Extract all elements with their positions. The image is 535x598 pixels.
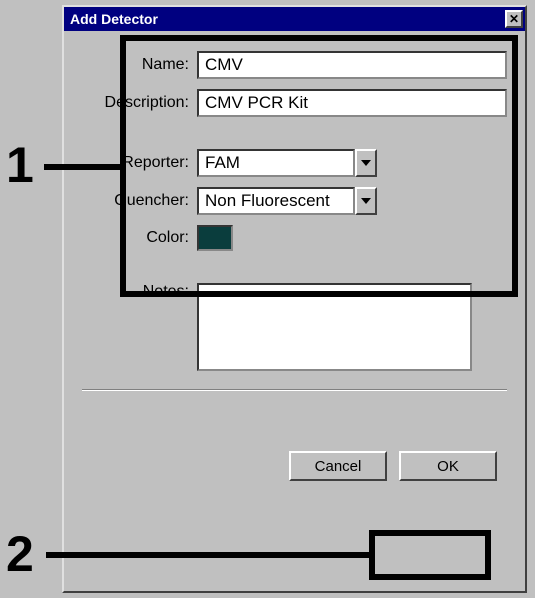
close-icon: ✕	[509, 12, 519, 26]
separator	[82, 389, 507, 391]
notes-row: Notes:	[82, 283, 507, 371]
quencher-dropdown-button[interactable]	[355, 187, 377, 215]
description-input[interactable]	[197, 89, 507, 117]
ok-button[interactable]: OK	[399, 451, 497, 481]
notes-textarea[interactable]	[197, 283, 472, 371]
cancel-button[interactable]: Cancel	[289, 451, 387, 481]
name-input[interactable]	[197, 51, 507, 79]
color-row: Color:	[82, 225, 507, 251]
callout-number-2: 2	[6, 525, 34, 583]
dialog-title: Add Detector	[70, 11, 158, 27]
callout-line-1	[44, 164, 124, 170]
reporter-value: FAM	[197, 149, 355, 177]
add-detector-dialog: Add Detector ✕ Name: Description: Report…	[62, 5, 527, 593]
chevron-down-icon	[361, 198, 371, 204]
color-swatch[interactable]	[197, 225, 233, 251]
description-label: Description:	[82, 94, 197, 112]
reporter-row: Reporter: FAM	[82, 149, 507, 177]
name-label: Name:	[82, 56, 197, 74]
description-row: Description:	[82, 89, 507, 117]
name-row: Name:	[82, 51, 507, 79]
quencher-select[interactable]: Non Fluorescent	[197, 187, 377, 215]
quencher-value: Non Fluorescent	[197, 187, 355, 215]
button-row: Cancel OK	[82, 451, 507, 481]
close-button[interactable]: ✕	[505, 10, 523, 28]
notes-label: Notes:	[82, 283, 197, 301]
reporter-dropdown-button[interactable]	[355, 149, 377, 177]
dialog-body: Name: Description: Reporter: FAM Quenche…	[64, 31, 525, 491]
quencher-row: Quencher: Non Fluorescent	[82, 187, 507, 215]
quencher-label: Quencher:	[82, 192, 197, 210]
reporter-select[interactable]: FAM	[197, 149, 377, 177]
color-label: Color:	[82, 229, 197, 247]
titlebar: Add Detector ✕	[64, 7, 525, 31]
chevron-down-icon	[361, 160, 371, 166]
callout-number-1: 1	[6, 136, 34, 194]
callout-line-2	[46, 552, 372, 558]
